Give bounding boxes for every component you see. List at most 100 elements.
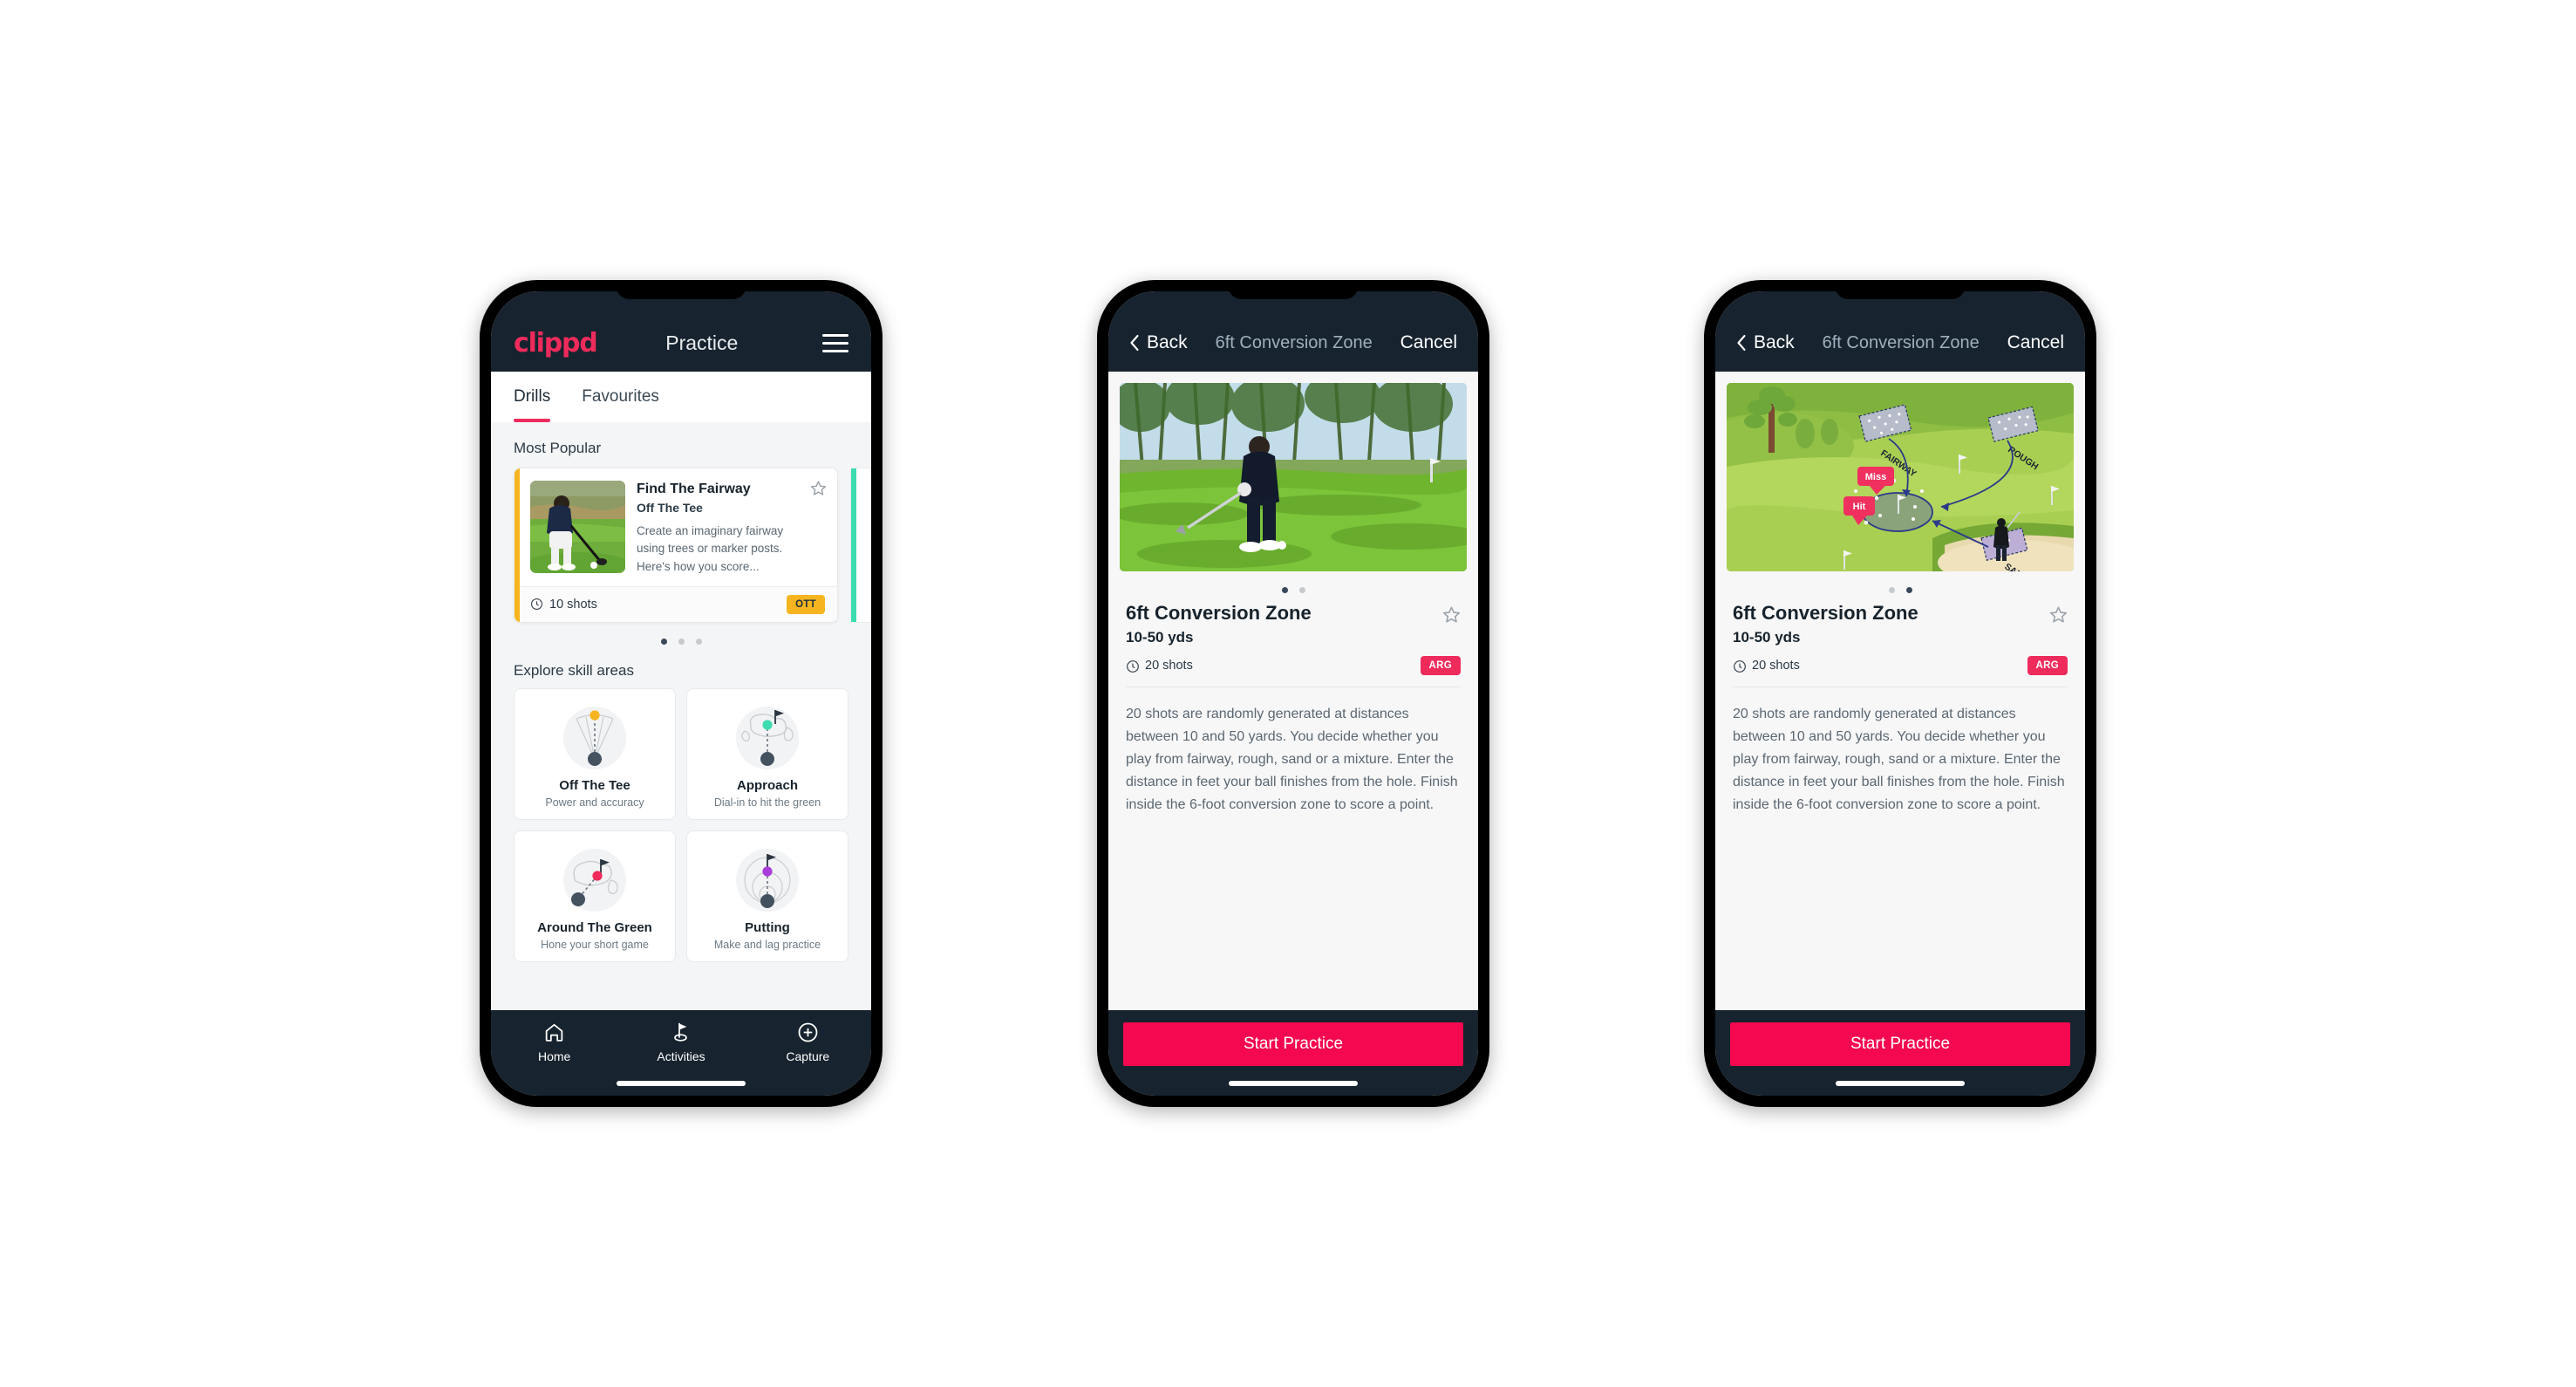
drill-thumbnail bbox=[530, 481, 625, 573]
skill-name: Off The Tee bbox=[559, 777, 630, 793]
app-bar: clippd Practice bbox=[491, 291, 871, 372]
start-practice-button[interactable]: Start Practice bbox=[1730, 1022, 2070, 1066]
drill-shots-label: 10 shots bbox=[549, 597, 597, 612]
phone-drill-detail-illustration: Back 6ft Conversion Zone Cancel FAIRWAY … bbox=[1704, 280, 2096, 1107]
skill-card-putting[interactable]: Putting Make and lag practice bbox=[686, 830, 848, 962]
skill-sub: Make and lag practice bbox=[713, 938, 821, 951]
hero-dot-2[interactable] bbox=[1905, 587, 1912, 593]
nav-label-home: Home bbox=[537, 1049, 571, 1063]
star-outline-icon[interactable] bbox=[2049, 605, 2068, 628]
skill-name: Putting bbox=[745, 919, 790, 935]
phone1-screen: clippd Practice Drills Favourites Most P… bbox=[491, 291, 871, 1096]
detail-badge-arg: ARG bbox=[1420, 656, 1461, 675]
hero-dot-1[interactable] bbox=[1888, 587, 1895, 593]
home-indicator bbox=[1229, 1081, 1358, 1086]
cancel-button[interactable]: Cancel bbox=[2007, 332, 2064, 353]
drill-carousel[interactable]: Find The Fairway Off The Tee Create an i… bbox=[491, 468, 871, 623]
back-label: Back bbox=[1147, 332, 1188, 352]
tab-drills[interactable]: Drills bbox=[514, 372, 559, 422]
skill-card-off-the-tee[interactable]: Off The Tee Power and accuracy bbox=[514, 687, 676, 820]
approach-green-icon bbox=[694, 701, 841, 775]
hero-dot-1[interactable] bbox=[1281, 587, 1288, 593]
clock-icon bbox=[1126, 659, 1139, 673]
skill-name: Around The Green bbox=[537, 919, 652, 935]
cancel-button[interactable]: Cancel bbox=[1400, 332, 1457, 353]
carousel-dots[interactable] bbox=[491, 623, 871, 650]
detail-body: FAIRWAY ROUGH SAND bbox=[1715, 372, 2085, 1010]
home-icon bbox=[543, 1021, 565, 1043]
detail-drill-name: 6ft Conversion Zone bbox=[1733, 602, 1918, 624]
skill-name: Approach bbox=[736, 777, 798, 793]
detail-drill-name: 6ft Conversion Zone bbox=[1126, 602, 1312, 624]
detail-description: 20 shots are randomly generated at dista… bbox=[1126, 707, 1458, 813]
hero-dots[interactable] bbox=[1108, 571, 1478, 598]
back-button[interactable]: Back bbox=[1736, 332, 1795, 353]
detail-footer: Start Practice bbox=[1108, 1010, 1478, 1096]
tab-bar: Drills Favourites bbox=[491, 372, 871, 422]
skill-sub: Hone your short game bbox=[541, 938, 649, 951]
practice-scroll-body: Most Popular Find The Fairway Off The Te… bbox=[491, 422, 871, 1010]
chevron-left-icon bbox=[1736, 334, 1747, 352]
phone-notch bbox=[1835, 280, 1966, 299]
drill-category: Off The Tee bbox=[637, 501, 703, 516]
clock-icon bbox=[530, 598, 543, 611]
clock-icon bbox=[1733, 659, 1746, 673]
screenshot-stage: clippd Practice Drills Favourites Most P… bbox=[0, 0, 2576, 1387]
phone3-screen: Back 6ft Conversion Zone Cancel FAIRWAY … bbox=[1715, 291, 2085, 1096]
nav-item-capture[interactable]: Capture bbox=[745, 1021, 871, 1063]
golf-flag-icon bbox=[670, 1021, 692, 1043]
nav-label-capture: Capture bbox=[786, 1049, 830, 1063]
nav-item-activities[interactable]: Activities bbox=[617, 1021, 744, 1063]
tee-fan-icon bbox=[521, 701, 668, 775]
start-practice-button[interactable]: Start Practice bbox=[1123, 1022, 1463, 1066]
detail-shots: 20 shots bbox=[1126, 659, 1193, 673]
chip-green-icon bbox=[521, 844, 668, 917]
tab-drills-label: Drills bbox=[514, 387, 551, 406]
skill-sub: Dial-in to hit the green bbox=[713, 796, 821, 809]
svg-text:Hit: Hit bbox=[1853, 502, 1866, 512]
drill-accent-bar-next bbox=[851, 468, 856, 622]
skill-sub: Power and accuracy bbox=[545, 796, 644, 809]
skill-card-approach[interactable]: Approach Dial-in to hit the green bbox=[686, 687, 848, 820]
detail-title: 6ft Conversion Zone bbox=[1822, 332, 1980, 352]
drill-hero-illustration[interactable]: FAIRWAY ROUGH SAND bbox=[1727, 383, 2074, 571]
carousel-dot-1[interactable] bbox=[660, 638, 667, 645]
plus-circle-icon bbox=[797, 1021, 819, 1043]
skill-card-around-the-green[interactable]: Around The Green Hone your short game bbox=[514, 830, 676, 962]
drill-card-find-the-fairway[interactable]: Find The Fairway Off The Tee Create an i… bbox=[514, 468, 838, 623]
phone2-screen: Back 6ft Conversion Zone Cancel 6ft Conv… bbox=[1108, 291, 1478, 1096]
detail-title: 6ft Conversion Zone bbox=[1215, 332, 1373, 352]
detail-shots-label: 20 shots bbox=[1145, 659, 1193, 673]
detail-yardage: 10-50 yds bbox=[1733, 629, 1801, 646]
star-outline-icon[interactable] bbox=[810, 480, 827, 496]
detail-shots: 20 shots bbox=[1733, 659, 1800, 673]
hero-dot-2[interactable] bbox=[1298, 587, 1305, 593]
detail-description: 20 shots are randomly generated at dista… bbox=[1733, 707, 2065, 813]
drill-hero-photo[interactable] bbox=[1120, 383, 1467, 571]
back-button[interactable]: Back bbox=[1129, 332, 1188, 353]
tab-favourites[interactable]: Favourites bbox=[582, 372, 668, 422]
home-indicator bbox=[617, 1081, 746, 1086]
detail-footer: Start Practice bbox=[1715, 1010, 2085, 1096]
hero-dots[interactable] bbox=[1715, 571, 2085, 598]
bottom-nav: Home Activities Capture bbox=[491, 1010, 871, 1096]
carousel-dot-3[interactable] bbox=[695, 638, 702, 645]
nav-label-activities: Activities bbox=[657, 1049, 705, 1063]
tab-favourites-label: Favourites bbox=[582, 387, 659, 406]
skill-areas-heading: Explore skill areas bbox=[514, 661, 634, 679]
hamburger-icon[interactable] bbox=[822, 333, 848, 352]
nav-item-home[interactable]: Home bbox=[491, 1021, 617, 1063]
putting-rings-icon bbox=[694, 844, 841, 917]
phone-practice-list: clippd Practice Drills Favourites Most P… bbox=[480, 280, 883, 1107]
skill-areas-section: Explore skill areas Off The Tee Power an… bbox=[491, 650, 871, 962]
drill-accent-bar bbox=[515, 468, 520, 622]
drill-card-next-peek[interactable] bbox=[850, 468, 871, 623]
home-indicator bbox=[1836, 1081, 1965, 1086]
back-label: Back bbox=[1754, 332, 1795, 352]
star-outline-icon[interactable] bbox=[1442, 605, 1461, 628]
carousel-dot-2[interactable] bbox=[678, 638, 685, 645]
skill-grid: Off The Tee Power and accuracy Approach … bbox=[514, 687, 848, 962]
drill-shots: 10 shots bbox=[530, 598, 597, 612]
drill-title: Find The Fairway bbox=[637, 482, 751, 496]
detail-shots-label: 20 shots bbox=[1752, 659, 1800, 673]
